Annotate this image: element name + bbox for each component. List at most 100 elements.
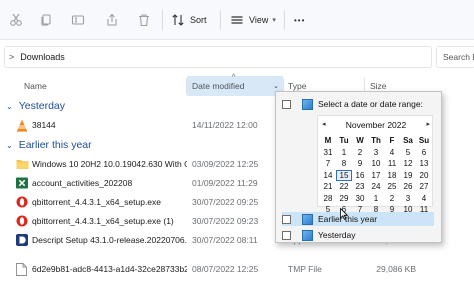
calendar-day[interactable]: 3	[400, 193, 416, 205]
sort-button[interactable]: Sort	[170, 10, 207, 30]
date-filter-popup: Select a date or date range: November 20…	[275, 91, 442, 243]
file-date: 14/11/2022 12:00	[192, 120, 258, 130]
folder-icon	[16, 158, 29, 171]
calendar-day[interactable]: 6	[416, 147, 432, 159]
date-range-checkbox[interactable]	[282, 99, 291, 109]
calendar-header: November 2022 ◂ ▸	[318, 120, 434, 132]
filter-option-yesterday[interactable]: Yesterday	[282, 228, 356, 242]
calendar-day[interactable]: 30	[352, 193, 368, 205]
calendar-day[interactable]: 24	[368, 181, 384, 193]
share-button[interactable]	[104, 10, 120, 30]
group-header-yesterday[interactable]: ⌄ Yesterday	[6, 98, 65, 114]
filter-checkbox[interactable]	[282, 214, 291, 224]
calendar-day[interactable]: 20	[416, 170, 432, 182]
address-bar[interactable]: > Downloads	[4, 46, 432, 68]
breadcrumb[interactable]: Downloads	[20, 52, 65, 62]
toolbar-divider	[220, 10, 221, 30]
weekday-header: Th	[371, 136, 381, 145]
next-month-icon[interactable]: ▸	[426, 120, 430, 128]
sort-label: Sort	[190, 15, 207, 25]
date-range-option[interactable]: Select a date or date range:	[282, 97, 423, 111]
mouse-cursor-icon	[340, 208, 348, 220]
calendar-day[interactable]: 31	[320, 147, 336, 159]
toolbar-divider	[284, 10, 285, 30]
previous-month-icon[interactable]: ◂	[322, 120, 326, 128]
group-header-earlier-this-year[interactable]: ⌄ Earlier this year	[6, 137, 92, 153]
calendar-day[interactable]: 22	[336, 181, 352, 193]
calendar-day[interactable]: 18	[384, 170, 400, 182]
calendar-day[interactable]: 9	[352, 158, 368, 170]
sort-caret-icon: ^	[232, 74, 236, 81]
opera-icon	[16, 196, 28, 209]
delete-button[interactable]	[136, 10, 152, 30]
rename-icon	[70, 12, 86, 28]
cut-button[interactable]	[8, 10, 24, 30]
calendar-day[interactable]: 1	[336, 147, 352, 159]
filter-dropdown-icon[interactable]: ⌄	[273, 82, 279, 90]
file-date: 30/07/2022 08:11	[192, 235, 258, 245]
calendar-day[interactable]: 10	[368, 158, 384, 170]
filter-option-label: Yesterday	[318, 230, 356, 240]
file-date: 30/07/2022 09:25	[192, 197, 259, 207]
calendar-day[interactable]: 13	[416, 158, 432, 170]
calendar-day[interactable]: 28	[320, 193, 336, 205]
group-label: Yesterday	[18, 100, 66, 112]
group-label: Earlier this year	[18, 139, 92, 151]
calendar-day[interactable]: 21	[320, 181, 336, 193]
view-list-icon	[229, 12, 245, 28]
search-input[interactable]: Search D	[436, 46, 474, 68]
filter-checkbox[interactable]	[282, 230, 291, 240]
file-date: 03/09/2022 12:25	[192, 159, 259, 169]
address-row: > Downloads Search D	[0, 44, 474, 70]
chevron-down-icon: ⌄	[6, 101, 13, 111]
chevron-down-icon: ▾	[272, 17, 276, 24]
column-type-label: Type	[288, 81, 307, 91]
calendar-day[interactable]: 5	[400, 147, 416, 159]
calendar-day[interactable]: 12	[400, 158, 416, 170]
filter-option-icon	[302, 229, 313, 241]
calendar-day[interactable]: 26	[400, 181, 416, 193]
calendar-day[interactable]: 3	[368, 147, 384, 159]
calendar-day[interactable]: 4	[384, 147, 400, 159]
descript-icon	[16, 234, 28, 247]
file-type: TMP File	[288, 264, 322, 274]
calendar-day[interactable]: 14	[320, 170, 336, 182]
calendar-day[interactable]: 25	[384, 181, 400, 193]
more-options-button[interactable]: •••	[294, 10, 305, 30]
calendar-day[interactable]: 27	[416, 181, 432, 193]
rename-button[interactable]	[70, 10, 86, 30]
calendar-day[interactable]: 4	[416, 193, 432, 205]
calendar-day[interactable]: 2	[384, 193, 400, 205]
calendar-day[interactable]: 16	[352, 170, 368, 182]
calendar-day[interactable]: 17	[368, 170, 384, 182]
filter-option-earlier-this-year[interactable]: Earlier this year	[282, 212, 434, 226]
calendar-day[interactable]: 8	[336, 158, 352, 170]
filter-option-icon	[302, 213, 313, 225]
column-name-label: Name	[24, 81, 47, 91]
calendar-day-today[interactable]: 15	[336, 169, 352, 181]
calendar-day[interactable]: 29	[336, 193, 352, 205]
excel-icon	[16, 177, 28, 190]
file-date: 30/07/2022 09:23	[192, 216, 259, 226]
calendar-day[interactable]: 2	[352, 147, 368, 159]
calendar-day[interactable]: 1	[368, 193, 384, 205]
chevron-right-icon: >	[9, 52, 15, 62]
weekday-header: Sa	[403, 136, 413, 145]
calendar-day[interactable]: 23	[352, 181, 368, 193]
view-label: View	[249, 15, 269, 25]
view-button[interactable]: View ▾	[229, 10, 276, 30]
calendar-day[interactable]: 7	[320, 158, 336, 170]
file-date: 01/09/2022 11:29	[192, 178, 258, 188]
file-name: Descript Setup 43.1.0-release.20220706.1…	[32, 235, 187, 245]
calendar-day[interactable]: 11	[384, 158, 400, 170]
column-date-label: Date modified	[192, 81, 245, 91]
file-icon	[16, 263, 28, 276]
file-date: 08/07/2022 12:25	[192, 264, 259, 274]
column-header-name[interactable]: Name	[24, 76, 184, 96]
calendar-day[interactable]: 19	[400, 170, 416, 182]
toolbar-divider	[162, 10, 163, 30]
chevron-down-icon: ⌄	[6, 140, 13, 150]
weekday-header: F	[389, 136, 395, 145]
file-row[interactable]: 6d2e9b81-adc8-4413-a1d4-32ce28733b21... …	[0, 260, 474, 279]
copy-button[interactable]	[38, 10, 54, 30]
